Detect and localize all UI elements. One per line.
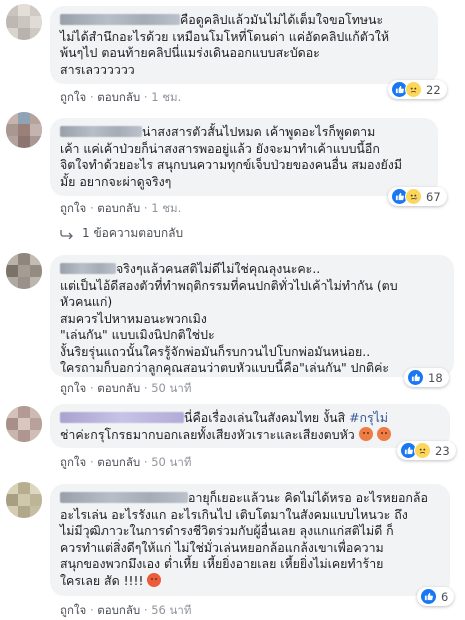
angry-face-emoji bbox=[376, 426, 391, 441]
comment-actions: ถูกใจ · ตอบกลับ · 1 ชม. bbox=[60, 89, 181, 107]
avatar[interactable] bbox=[6, 4, 42, 40]
reply-link[interactable]: ตอบกลับ bbox=[97, 381, 140, 395]
comment-text-line: มั้ย อยากจะผ่าดูจริงๆ bbox=[60, 173, 172, 189]
like-icon bbox=[420, 588, 437, 605]
comment-text-line: จริงๆแล้วคนสติไม่ดีไม่ใช่คุณลุงนะคะ.. bbox=[60, 261, 444, 278]
reaction-count: 6 bbox=[441, 589, 449, 604]
comment-bubble: จริงๆแล้วคนสติไม่ดีไม่ใช่คุณลุงนะคะ.. แต… bbox=[50, 255, 454, 377]
separator-dot: · bbox=[143, 381, 148, 395]
comment-actions: ถูกใจ · ตอบกลับ · 50 นาที bbox=[60, 454, 191, 472]
comment-actions: ถูกใจ · ตอบกลับ · 56 นาที bbox=[60, 602, 191, 620]
comment-text-line: อายุก็เยอะแล้วนะ คิดไม่ได้หรอ อะไรหยอกล้… bbox=[60, 490, 440, 507]
comment-bubble: นี่คือเรื่องเล่นในสังคมไทย งั้นสิ #กรุไม… bbox=[50, 404, 450, 448]
reply-link[interactable]: ตอบกลับ bbox=[97, 90, 140, 104]
comment-text-line: ใครเลย สัด !!!! bbox=[60, 572, 440, 590]
sad-face-icon bbox=[414, 442, 431, 459]
like-link[interactable]: ถูกใจ bbox=[60, 381, 86, 395]
reaction-count: 23 bbox=[435, 443, 450, 458]
separator-dot: · bbox=[89, 90, 94, 104]
like-link[interactable]: ถูกใจ bbox=[60, 90, 86, 104]
comment-text-line: ไม่ได้สำนึกอะไรด้วย เหมือนโมโหที่โดนด่า … bbox=[60, 28, 389, 44]
like-icon bbox=[407, 369, 424, 386]
comment-text-line: พ้นๆไป ตอนท้ายคลิปนี่แมร่งเดินออกแบบสะบั… bbox=[60, 45, 320, 60]
angry-face-emoji bbox=[147, 572, 162, 587]
separator-dot: · bbox=[143, 90, 148, 104]
reaction-summary[interactable]: 22 bbox=[388, 80, 447, 99]
comment-text-line: ควรทำแต่สิ่งดีๆให้แก่ ไม่ใช่มั่วเล่นหยอก… bbox=[60, 539, 384, 555]
sad-face-icon bbox=[405, 81, 422, 98]
comment-text-line: ช่าค่ะกรุโกรธมากบอกเลยทั้งเสียงหัวเราะแล… bbox=[60, 426, 440, 444]
avatar[interactable] bbox=[6, 253, 42, 289]
separator-dot: · bbox=[143, 201, 148, 215]
reaction-summary[interactable]: 18 bbox=[404, 368, 449, 387]
reply-count-label[interactable]: 1 ข้อความตอบกลับ bbox=[82, 224, 183, 243]
reaction-summary[interactable]: 6 bbox=[417, 587, 455, 606]
separator-dot: · bbox=[89, 455, 94, 469]
author-name-redacted[interactable] bbox=[60, 126, 142, 137]
comment-text-line: งั้นริยรุ่นแถวนั้นใครรู้จักพ่อมันก็รบกวน… bbox=[60, 343, 371, 359]
like-link[interactable]: ถูกใจ bbox=[60, 603, 86, 617]
separator-dot: · bbox=[143, 603, 148, 617]
like-link[interactable]: ถูกใจ bbox=[60, 455, 86, 469]
comment-text-line: ไม่มีวุฒิภาวะในการดำรงชีวิตร่วมกับผู้อื่… bbox=[60, 523, 394, 538]
comment-actions: ถูกใจ · ตอบกลับ · 50 นาที bbox=[60, 380, 191, 398]
like-link[interactable]: ถูกใจ bbox=[60, 201, 86, 215]
timestamp[interactable]: 50 นาที bbox=[151, 381, 191, 395]
comment-text-line: หัวคนแก่) bbox=[60, 294, 113, 309]
comment-1: คือดูคลิปแล้วมันไม่ได้เต็มใจขอโทษนะ ไม่ไ… bbox=[0, 0, 465, 104]
comment-text-line: อะไรเล่น อะไรรังแก อะไรเกินไป เติบโตมาใน… bbox=[60, 506, 408, 522]
avatar[interactable] bbox=[6, 406, 42, 442]
comment-text-line: น่าสงสารตัวสั้นไปหมด เค้าพูดอะไรก็พูดตาม bbox=[60, 124, 428, 141]
angry-face-emoji bbox=[358, 426, 373, 441]
comment-text-line: "เล่นกัน" แบบเมิงนิปกติใช่ปะ bbox=[60, 327, 215, 342]
hashtag-link[interactable]: #กรุไม่ bbox=[349, 410, 388, 425]
author-name-redacted[interactable] bbox=[60, 263, 116, 274]
comment-2: น่าสงสารตัวสั้นไปหมด เค้าพูดอะไรก็พูดตาม… bbox=[0, 108, 465, 248]
reply-arrow-icon bbox=[60, 229, 73, 239]
reaction-count: 18 bbox=[428, 370, 443, 385]
comment-5: อายุก็เยอะแล้วนะ คิดไม่ได้หรอ อะไรหยอกล้… bbox=[0, 478, 465, 619]
reply-link[interactable]: ตอบกลับ bbox=[97, 201, 140, 215]
comment-4: นี่คือเรื่องเล่นในสังคมไทย งั้นสิ #กรุไม… bbox=[0, 400, 465, 475]
view-replies-link[interactable]: 1 ข้อความตอบกลับ bbox=[60, 224, 183, 243]
separator-dot: · bbox=[89, 603, 94, 617]
sad-face-icon bbox=[405, 188, 422, 205]
comment-text-line: จิตใจทำด้วยอะไร สนุกบนความทุกข์เจ็บป่วยข… bbox=[60, 157, 403, 172]
timestamp[interactable]: 56 นาที bbox=[151, 603, 191, 617]
avatar[interactable] bbox=[6, 482, 42, 518]
reaction-count: 22 bbox=[426, 82, 441, 97]
comment-bubble: คือดูคลิปแล้วมันไม่ได้เต็มใจขอโทษนะ ไม่ไ… bbox=[50, 6, 438, 84]
reaction-summary[interactable]: 23 bbox=[397, 441, 456, 460]
separator-dot: · bbox=[89, 381, 94, 395]
comment-text-line: สนุกของพวกมึงเอง ต่ำเหี้ย เหี้ยยิ่งอายเล… bbox=[60, 556, 384, 571]
comment-text-line: นี่คือเรื่องเล่นในสังคมไทย งั้นสิ #กรุไม… bbox=[60, 410, 440, 427]
comment-text-line: ใครถามก็บอกว่าลูกคุณสอนว่าตบหัวแบบนี้คือ… bbox=[60, 360, 390, 375]
comment-text-line: สมควรไปหาหมอนะพวกเมิง bbox=[60, 310, 207, 326]
comment-bubble: อายุก็เยอะแล้วนะ คิดไม่ได้หรอ อะไรหยอกล้… bbox=[50, 484, 450, 596]
timestamp[interactable]: 1 ชม. bbox=[151, 201, 181, 215]
timestamp[interactable]: 1 ชม. bbox=[151, 90, 181, 104]
author-name-redacted[interactable] bbox=[60, 14, 180, 25]
comment-text-line: แต่เป็นไอ้ดีสองตัวที่ทำพฤติกรรมที่คนปกติ… bbox=[60, 277, 398, 293]
comment-text-line: เค้า แค่เค้าป่วยก็น่าสงสารพออยู่แล้ว ยัง… bbox=[60, 140, 380, 156]
avatar[interactable] bbox=[6, 112, 42, 148]
reply-link[interactable]: ตอบกลับ bbox=[97, 455, 140, 469]
timestamp[interactable]: 50 นาที bbox=[151, 455, 191, 469]
comment-text-line: สารเลวววววว bbox=[60, 61, 135, 77]
author-name-redacted[interactable] bbox=[60, 492, 188, 503]
reaction-count: 67 bbox=[426, 189, 441, 204]
reply-link[interactable]: ตอบกลับ bbox=[97, 603, 140, 617]
comment-bubble: น่าสงสารตัวสั้นไปหมด เค้าพูดอะไรก็พูดตาม… bbox=[50, 118, 438, 196]
separator-dot: · bbox=[89, 201, 94, 215]
comment-text-line: คือดูคลิปแล้วมันไม่ได้เต็มใจขอโทษนะ bbox=[60, 12, 428, 29]
author-name-redacted[interactable] bbox=[60, 412, 184, 423]
comment-actions: ถูกใจ · ตอบกลับ · 1 ชม. bbox=[60, 200, 181, 218]
comment-3: จริงๆแล้วคนสติไม่ดีไม่ใช่คุณลุงนะคะ.. แต… bbox=[0, 247, 465, 397]
separator-dot: · bbox=[143, 455, 148, 469]
reaction-summary[interactable]: 67 bbox=[388, 187, 447, 206]
